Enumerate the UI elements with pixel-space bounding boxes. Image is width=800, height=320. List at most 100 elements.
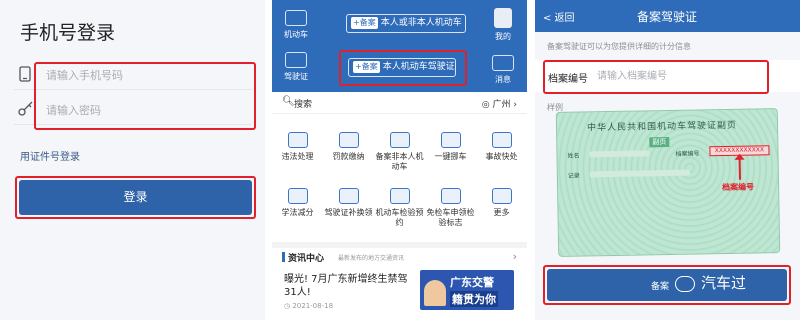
news-date-text: 2021-08-18 bbox=[292, 302, 334, 310]
fine-icon bbox=[338, 132, 359, 148]
grid-label: 免检车申领检验标志 bbox=[426, 208, 475, 227]
police-figure-icon bbox=[424, 280, 446, 306]
page-title: 手机号登录 bbox=[20, 22, 116, 44]
grid-label: 驾驶证补换领 bbox=[324, 208, 373, 217]
news-header[interactable]: 资讯中心 最新发布的地方交通资讯 › bbox=[272, 242, 527, 264]
grid-label: 更多 bbox=[493, 208, 510, 217]
thumbnail-line2: 籍贯为你 bbox=[450, 291, 498, 307]
grid-item[interactable]: 备案非本人机动车 bbox=[374, 132, 425, 172]
grid-label: 罚款缴纳 bbox=[332, 152, 365, 161]
news-bar bbox=[282, 252, 285, 262]
grid-label: 学法减分 bbox=[281, 208, 314, 217]
register-button-label: 备案 bbox=[651, 282, 670, 292]
location-label: 广州 bbox=[492, 100, 511, 110]
phone-input[interactable] bbox=[46, 65, 246, 85]
car-icon bbox=[285, 10, 307, 26]
avatar bbox=[494, 8, 512, 28]
hint-text: 备案驾驶证可以为您提供详细的计分信息 bbox=[547, 42, 691, 51]
vehicle-nav[interactable]: 机动车 bbox=[276, 10, 316, 40]
page-title: 备案驾驶证 bbox=[637, 10, 698, 24]
phone-icon bbox=[18, 66, 32, 84]
id-login-link[interactable]: 用证件号登录 bbox=[20, 148, 80, 163]
card-title: 中华人民共和国机动车驾驶证副页 bbox=[586, 120, 738, 134]
grid-item[interactable]: 一键挪车 bbox=[425, 132, 476, 162]
grid-item[interactable]: 学法减分 bbox=[272, 188, 323, 218]
news-heading: 资讯中心 bbox=[288, 254, 325, 264]
news-subheading: 最新发布的地方交通资讯 bbox=[338, 255, 405, 262]
chevron-right-icon: › bbox=[512, 250, 517, 263]
archive-number-label: 档案编号 bbox=[548, 74, 588, 85]
card-record-key: 记录 bbox=[567, 172, 580, 180]
news-thumbnail[interactable]: 广东交警 籍贯为你 bbox=[420, 270, 514, 310]
arrow-label: 档案编号 bbox=[722, 182, 755, 193]
login-button[interactable]: 登录 bbox=[19, 180, 252, 215]
register-license-panel: < 返回 备案驾驶证 备案驾驶证可以为您提供详细的计分信息 档案编号 样例 中华… bbox=[535, 0, 800, 320]
location-selector[interactable]: ◎ 广州 › bbox=[482, 97, 517, 110]
grid-item[interactable]: 机动车检验预约 bbox=[374, 188, 425, 228]
grid-item[interactable]: 事故快处 bbox=[476, 132, 527, 162]
mail-icon bbox=[492, 55, 514, 71]
move-car-icon bbox=[440, 132, 461, 148]
vehicle-label: 机动车 bbox=[284, 30, 308, 39]
password-input[interactable] bbox=[46, 100, 246, 120]
pill-label: 本人机动车驾驶证 bbox=[382, 62, 455, 72]
license-nav[interactable]: 驾驶证 bbox=[276, 52, 316, 82]
register-vehicle-button[interactable]: +备案 本人或非本人机动车 bbox=[346, 14, 466, 33]
register-button[interactable]: 备案 bbox=[547, 269, 787, 301]
thumbnail-line1: 广东交警 bbox=[450, 276, 494, 289]
search-icon: 🔍︎ bbox=[282, 96, 295, 107]
password-row bbox=[14, 95, 252, 125]
grid-item[interactable]: 驾驶证补换领 bbox=[323, 188, 374, 218]
grid-label: 机动车检验预约 bbox=[375, 208, 424, 227]
key-icon bbox=[18, 101, 33, 119]
register-license-button[interactable]: +备案 本人机动车驾驶证 bbox=[348, 58, 456, 77]
grid-item[interactable]: 违法处理 bbox=[272, 132, 323, 162]
grid-label: 违法处理 bbox=[281, 152, 314, 161]
card-sub: 副页 bbox=[649, 136, 670, 148]
license-icon bbox=[285, 52, 307, 68]
news-date: ◷ 2021-08-18 bbox=[284, 302, 334, 310]
archive-number-input[interactable] bbox=[597, 67, 787, 85]
violation-icon bbox=[287, 132, 308, 148]
redacted-field bbox=[589, 150, 650, 158]
vehicle-doc-icon bbox=[389, 132, 410, 148]
card-name-key: 姓名 bbox=[567, 152, 580, 160]
card-file-key: 档案编号 bbox=[675, 150, 700, 158]
license-renew-icon bbox=[338, 188, 359, 204]
pill-tag: +备案 bbox=[351, 17, 378, 29]
more-icon bbox=[491, 188, 512, 204]
my-nav[interactable]: 我的 bbox=[483, 8, 523, 42]
inspection-icon bbox=[389, 188, 410, 204]
phone-row bbox=[14, 60, 252, 90]
grid-label: 一键挪车 bbox=[434, 152, 467, 161]
login-panel: 手机号登录 用证件号登录 登录 bbox=[0, 0, 265, 320]
home-panel: 机动车 驾驶证 我的 消息 +备案 本人或非本人机动车 +备案 本人机动车驾驶证 🔍… bbox=[272, 0, 527, 320]
pill-label: 本人或非本人机动车 bbox=[380, 18, 462, 28]
grid-item[interactable]: 罚款缴纳 bbox=[323, 132, 374, 162]
grid-item[interactable]: 免检车申领检验标志 bbox=[425, 188, 476, 228]
exempt-icon bbox=[440, 188, 461, 204]
message-nav[interactable]: 消息 bbox=[483, 55, 523, 85]
watermark: 汽车过 bbox=[675, 271, 746, 295]
wechat-icon bbox=[675, 275, 695, 292]
pill-tag: +备案 bbox=[353, 61, 380, 73]
study-icon bbox=[287, 188, 308, 204]
search-bar[interactable]: 🔍︎ 搜索 ◎ 广州 › bbox=[272, 92, 527, 114]
grid-label: 备案非本人机动车 bbox=[375, 152, 424, 171]
license-label: 驾驶证 bbox=[284, 72, 308, 81]
back-button[interactable]: < 返回 bbox=[543, 9, 575, 24]
header-banner: 机动车 驾驶证 我的 消息 +备案 本人或非本人机动车 +备案 本人机动车驾驶证 bbox=[272, 0, 527, 92]
arrow-line bbox=[738, 157, 741, 180]
grid-item[interactable]: 更多 bbox=[476, 188, 527, 218]
watermark-text: 汽车过 bbox=[701, 274, 747, 292]
redacted-field bbox=[589, 169, 690, 178]
news-item-title[interactable]: 曝光! 7月广东新增终生禁驾31人! bbox=[284, 273, 412, 299]
accident-icon bbox=[491, 132, 512, 148]
message-label: 消息 bbox=[495, 75, 511, 84]
archive-number-row: 档案编号 bbox=[535, 60, 800, 92]
nav-bar: < 返回 备案驾驶证 bbox=[535, 0, 800, 32]
search-label: 搜索 bbox=[294, 100, 313, 110]
grid-label: 事故快处 bbox=[485, 152, 518, 161]
license-sample-card: 中华人民共和国机动车驾驶证副页 副页 姓名 档案编号 记录 XXXXXXXXXX… bbox=[555, 108, 781, 257]
my-label: 我的 bbox=[495, 32, 511, 41]
